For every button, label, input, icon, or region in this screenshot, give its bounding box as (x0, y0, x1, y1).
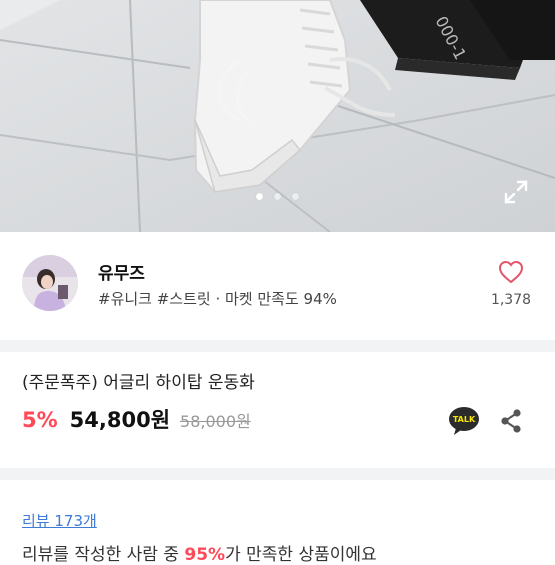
review-summary-suffix: 가 만족한 상품이에요 (225, 545, 377, 565)
seller-section[interactable]: 유무즈 #유니크 #스트릿 · 마켓 만족도 94% 1,378 (0, 232, 555, 340)
section-divider (0, 468, 555, 480)
like-count: 1,378 (490, 292, 532, 308)
share-icon (501, 409, 521, 433)
seller-name[interactable]: 유무즈 (98, 259, 145, 284)
like-button[interactable]: 1,378 (486, 260, 536, 308)
review-count-link[interactable]: 리뷰 173개 (22, 510, 97, 531)
kakaotalk-button[interactable]: TALK (448, 406, 480, 436)
product-title: (주문폭주) 어글리 하이탑 운동화 (22, 373, 255, 393)
heart-icon (498, 260, 524, 284)
price-row: 5% 54,800원 58,000원 (22, 404, 251, 438)
review-summary-prefix: 리뷰를 작성한 사람 중 (22, 545, 185, 565)
seller-avatar[interactable] (22, 255, 78, 311)
carousel-dot-1[interactable] (256, 193, 263, 200)
review-summary: 리뷰를 작성한 사람 중 95%가 만족한 상품이에요 (22, 540, 377, 565)
kakaotalk-icon: TALK (449, 407, 479, 435)
seller-tags: #유니크 #스트릿 · 마켓 만족도 94% (98, 290, 337, 308)
share-button[interactable] (498, 408, 524, 434)
carousel-dot-2[interactable] (274, 193, 281, 200)
discount-rate: 5% (22, 408, 58, 432)
carousel-indicator (0, 193, 555, 200)
sale-price: 54,800원 (69, 408, 171, 432)
review-satisfaction-percent: 95% (184, 545, 226, 565)
section-divider (0, 340, 555, 352)
kakaotalk-label: TALK (453, 415, 476, 424)
carousel-dot-3[interactable] (292, 193, 299, 200)
product-image[interactable]: 000-1 (0, 0, 555, 232)
original-price: 58,000원 (180, 412, 251, 431)
expand-icon[interactable] (502, 178, 530, 206)
